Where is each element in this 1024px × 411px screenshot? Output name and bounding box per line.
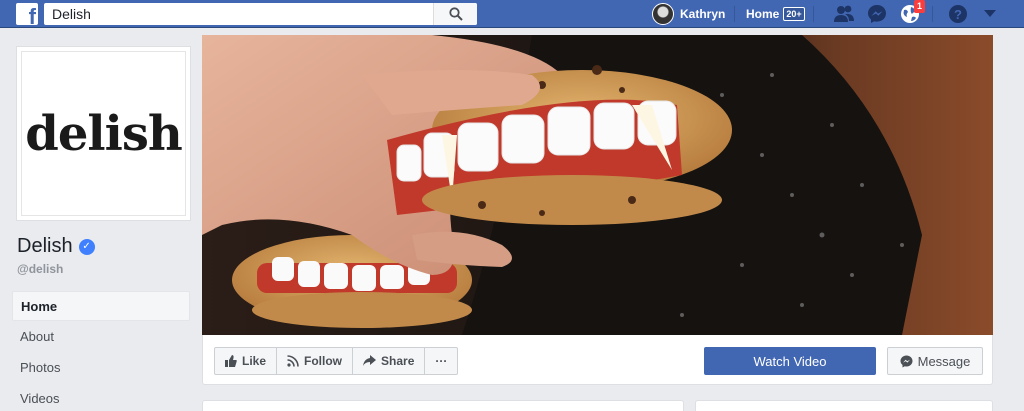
- cover-image: [202, 35, 993, 335]
- home-label: Home: [746, 7, 780, 21]
- avatar: [652, 3, 674, 25]
- notification-badge: 1: [914, 0, 926, 13]
- friend-requests-icon[interactable]: [834, 4, 854, 24]
- page-nav: Home About Photos Videos: [12, 291, 190, 411]
- search-button[interactable]: [433, 3, 477, 25]
- share-label: Share: [381, 354, 415, 368]
- verified-icon: ✓: [78, 238, 95, 255]
- search-icon: [448, 7, 463, 21]
- more-options-button[interactable]: ···: [424, 347, 459, 375]
- search-box[interactable]: Delish: [44, 3, 477, 25]
- home-count-badge: 20+: [783, 7, 805, 21]
- like-thumb-icon: [225, 355, 237, 367]
- page-title: Delish ✓: [17, 235, 95, 258]
- nav-item-home[interactable]: Home: [12, 291, 190, 321]
- messenger-icon[interactable]: [867, 4, 887, 24]
- like-label: Like: [242, 354, 267, 368]
- divider: [932, 6, 933, 22]
- sidebar-card: [695, 400, 993, 411]
- follow-label: Follow: [304, 354, 343, 368]
- page-handle[interactable]: @delish: [17, 262, 63, 276]
- page-action-bar: Like Follow Share ··· Watch Video Messag…: [202, 335, 993, 385]
- search-input[interactable]: Delish: [44, 6, 433, 22]
- profile-link[interactable]: Kathryn: [652, 3, 725, 25]
- share-arrow-icon: [363, 355, 377, 366]
- watch-video-button[interactable]: Watch Video: [704, 347, 876, 375]
- rss-follow-icon: [287, 355, 299, 367]
- divider: [813, 6, 814, 22]
- page-actions: Like Follow Share ···: [214, 347, 459, 375]
- message-label: Message: [917, 353, 971, 369]
- divider: [734, 6, 735, 22]
- follow-button[interactable]: Follow: [276, 347, 354, 375]
- share-button[interactable]: Share: [352, 347, 426, 375]
- caret-down-icon[interactable]: [980, 4, 1000, 24]
- composer-card: [202, 400, 684, 411]
- nav-item-videos[interactable]: Videos: [12, 384, 190, 411]
- like-button[interactable]: Like: [214, 347, 278, 375]
- page-name[interactable]: Delish: [17, 235, 73, 258]
- nav-item-about[interactable]: About: [12, 322, 190, 352]
- facebook-logo-icon[interactable]: f: [16, 3, 38, 25]
- message-bubble-icon: [900, 355, 913, 367]
- home-link[interactable]: Home 20+: [746, 3, 805, 25]
- more-label: ···: [435, 354, 448, 368]
- svg-text:?: ?: [954, 7, 962, 22]
- delish-logo: delish: [25, 105, 182, 162]
- cover-video[interactable]: [202, 35, 993, 335]
- top-navigation-bar: f Delish Kathryn Home 20+ 1 ?: [0, 0, 1024, 28]
- user-name: Kathryn: [680, 7, 726, 21]
- nav-item-photos[interactable]: Photos: [12, 353, 190, 383]
- profile-picture-frame: delish: [21, 51, 186, 216]
- page-profile-picture[interactable]: delish: [16, 46, 191, 221]
- message-button[interactable]: Message: [887, 347, 983, 375]
- help-icon[interactable]: ?: [948, 4, 968, 24]
